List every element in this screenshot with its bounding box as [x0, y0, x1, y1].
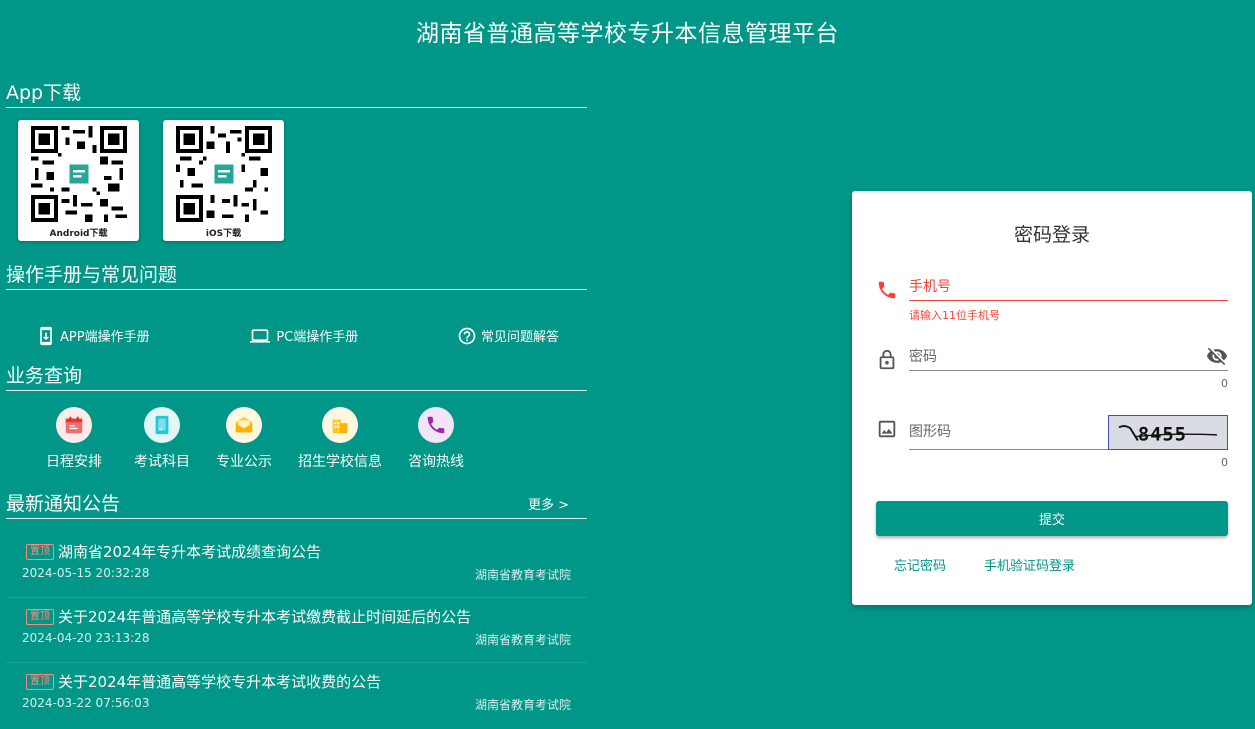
phone-field-row	[876, 273, 1228, 301]
exam-subjects-label: 考试科目	[134, 454, 190, 470]
notice-date: 2024-03-22 07:56:03	[22, 696, 150, 710]
pc-manual-link[interactable]: PC端操作手册	[248, 310, 358, 361]
manual-row: APP端操作手册 PC端操作手册 常见问题解答	[6, 290, 587, 361]
notice-source: 湖南省教育考试院	[474, 633, 571, 647]
notice-meta: 2024-03-22 07:56:03 湖南省教育考试院	[22, 696, 571, 713]
exam-subjects-link[interactable]: 考试科目	[134, 407, 190, 489]
password-input[interactable]	[909, 343, 1228, 371]
phone-icon	[876, 279, 909, 301]
android-download-label: Android下载	[49, 229, 108, 239]
pinned-badge: 置顶	[26, 608, 54, 625]
android-qr-code-icon	[30, 126, 127, 222]
notice-item[interactable]: 置顶 关于2024年普通高等学校专升本考试收费的公告 2024-03-22 07…	[6, 663, 587, 728]
notice-source: 湖南省教育考试院	[474, 568, 571, 582]
qr-row: Android下载 iOS下载	[6, 108, 587, 260]
notice-meta: 2024-05-15 20:32:28 湖南省教育考试院	[22, 566, 571, 583]
faq-link[interactable]: 常见问题解答	[457, 310, 559, 361]
captcha-field-row: 8455	[876, 414, 1228, 450]
help-circle-icon	[458, 327, 476, 344]
hotline-link[interactable]: 咨询热线	[408, 407, 464, 489]
left-column: App下载 Android下载 iOS下载 操作手册与常见问题 APP端操作手册…	[6, 78, 587, 728]
phone-icon	[418, 407, 454, 443]
notice-item[interactable]: 置顶 关于2024年普通高等学校专升本考试缴费截止时间延后的公告 2024-04…	[6, 598, 587, 663]
submit-button[interactable]: 提交	[876, 501, 1228, 536]
more-notices-link[interactable]: 更多 >	[528, 494, 587, 516]
password-field-row	[876, 343, 1228, 371]
business-title-text: 业务查询	[6, 365, 83, 387]
envelope-icon	[226, 407, 262, 443]
notice-date: 2024-04-20 23:13:28	[22, 631, 150, 645]
book-icon	[144, 407, 180, 443]
school-info-link[interactable]: 招生学校信息	[298, 407, 382, 489]
notice-head: 置顶 关于2024年普通高等学校专升本考试缴费截止时间延后的公告	[26, 606, 571, 627]
notice-title: 关于2024年普通高等学校专升本考试缴费截止时间延后的公告	[58, 608, 472, 626]
calendar-icon	[56, 407, 92, 443]
schedule-label: 日程安排	[46, 454, 102, 470]
notice-head: 置顶 湖南省2024年专升本考试成绩查询公告	[26, 541, 571, 562]
android-qr-card[interactable]: Android下载	[18, 120, 139, 241]
query-row: 日程安排 考试科目 专业公示 招生学校信息 咨询热线	[6, 391, 587, 489]
password-field: 0	[876, 343, 1228, 390]
captcha-counter: 0	[1221, 456, 1228, 469]
login-links: 忘记密码 手机验证码登录	[894, 555, 1075, 574]
notice-source: 湖南省教育考试院	[474, 698, 571, 712]
app-download-title-text: App下载	[6, 82, 82, 104]
phone-error: 请输入11位手机号	[909, 309, 1000, 322]
ios-download-label: iOS下载	[205, 229, 242, 239]
forgot-password-link[interactable]: 忘记密码	[894, 555, 946, 574]
notices-title: 最新通知公告 更多 >	[6, 489, 587, 519]
captcha-field: 8455 0	[876, 414, 1228, 469]
notice-head: 置顶 关于2024年普通高等学校专升本考试收费的公告	[26, 671, 571, 692]
notice-title: 湖南省2024年专升本考试成绩查询公告	[58, 543, 322, 561]
ios-qr-card[interactable]: iOS下载	[163, 120, 284, 241]
hotline-label: 咨询热线	[408, 454, 464, 470]
faq-label: 常见问题解答	[480, 330, 559, 345]
business-title: 业务查询	[6, 361, 587, 391]
app-download-title: App下载	[6, 78, 587, 108]
pc-manual-label: PC端操作手册	[276, 330, 359, 345]
notice-item[interactable]: 置顶 湖南省2024年专升本考试成绩查询公告 2024-05-15 20:32:…	[6, 533, 587, 598]
visibility-off-icon[interactable]	[1206, 345, 1228, 371]
schedule-link[interactable]: 日程安排	[46, 407, 102, 489]
lock-icon	[876, 349, 909, 371]
login-title: 密码登录	[1013, 224, 1090, 246]
pinned-badge: 置顶	[26, 673, 54, 690]
sms-login-link[interactable]: 手机验证码登录	[984, 555, 1075, 574]
school-info-label: 招生学校信息	[298, 454, 382, 470]
laptop-icon	[250, 328, 271, 343]
major-notice-label: 专业公示	[216, 454, 272, 470]
phone-field: 请输入11位手机号	[876, 273, 1228, 323]
phone-input[interactable]	[909, 273, 1228, 301]
major-notice-link[interactable]: 专业公示	[216, 407, 272, 489]
captcha-image[interactable]: 8455	[1108, 415, 1228, 450]
manuals-title: 操作手册与常见问题	[6, 260, 587, 290]
phone-download-icon	[40, 326, 52, 345]
notice-date: 2024-05-15 20:32:28	[22, 566, 150, 580]
notice-meta: 2024-04-20 23:13:28 湖南省教育考试院	[22, 631, 571, 648]
app-manual-label: APP端操作手册	[60, 330, 150, 345]
password-counter: 0	[1221, 377, 1228, 390]
ios-qr-code-icon	[175, 126, 272, 222]
notice-title: 关于2024年普通高等学校专升本考试收费的公告	[58, 673, 382, 691]
notices-title-text: 最新通知公告	[6, 493, 121, 515]
manuals-title-text: 操作手册与常见问题	[6, 264, 178, 286]
app-manual-link[interactable]: APP端操作手册	[36, 310, 150, 361]
pinned-badge: 置顶	[26, 543, 54, 560]
notice-list: 置顶 湖南省2024年专升本考试成绩查询公告 2024-05-15 20:32:…	[6, 533, 587, 728]
image-icon	[876, 418, 909, 440]
page-title: 湖南省普通高等学校专升本信息管理平台	[416, 21, 839, 47]
building-icon	[322, 407, 358, 443]
login-card: 密码登录 请输入11位手机号 0	[852, 191, 1252, 605]
captcha-input[interactable]	[909, 414, 1108, 450]
